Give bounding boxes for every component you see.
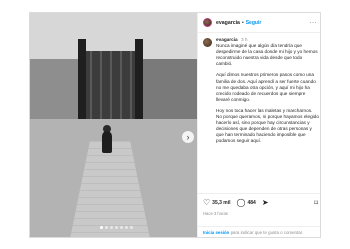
instagram-post-card: › evagarcia • Seguir ··· evagarcia 3 h N… [29, 12, 321, 238]
more-options-icon[interactable]: ··· [310, 20, 318, 26]
carousel-dots [100, 226, 133, 229]
caption-username[interactable]: evagarcia [216, 37, 238, 42]
comment-icon[interactable]: ◯ [237, 199, 246, 207]
next-arrow-icon[interactable]: › [182, 131, 194, 143]
bookmark-icon[interactable]: ⌑ [314, 199, 318, 207]
post-header: evagarcia • Seguir ··· [198, 13, 320, 33]
post-side-panel: evagarcia • Seguir ··· evagarcia 3 h Nun… [197, 13, 320, 237]
login-prompt: Inicia sesión para indicar que te gusta … [198, 226, 320, 237]
login-prompt-text: para indicar que te gusta o comentar. [229, 230, 304, 235]
avatar[interactable] [203, 18, 212, 27]
caption-avatar[interactable] [203, 38, 212, 47]
share-icon[interactable]: ➤ [262, 199, 269, 207]
caption-paragraph-2: Aquí dimos nuestros primeros pasos como … [216, 72, 316, 102]
login-link[interactable]: Inicia sesión [203, 230, 229, 235]
post-footer: ♡ 35,3 mil ◯ 484 ➤ ⌑ Hace 3 horas [198, 193, 320, 216]
follow-button[interactable]: Seguir [246, 20, 262, 26]
separator: • [241, 19, 244, 26]
caption-paragraph-3: Hoy nos toca hacer las maletas y marchar… [216, 107, 319, 144]
caption-paragraph-1: Nunca imaginé que algún día tendría que … [216, 43, 318, 67]
post-time: 3 h [240, 37, 248, 42]
likes-count: 35,3 mil [212, 200, 231, 206]
username[interactable]: evagarcia [216, 20, 240, 26]
heart-icon[interactable]: ♡ [203, 199, 210, 207]
comments-count: 484 [247, 200, 256, 206]
post-photo[interactable]: › [30, 13, 197, 237]
caption: evagarcia 3 h Nunca imaginé que algún dí… [203, 37, 319, 145]
post-date: Hace 3 horas [203, 211, 228, 216]
